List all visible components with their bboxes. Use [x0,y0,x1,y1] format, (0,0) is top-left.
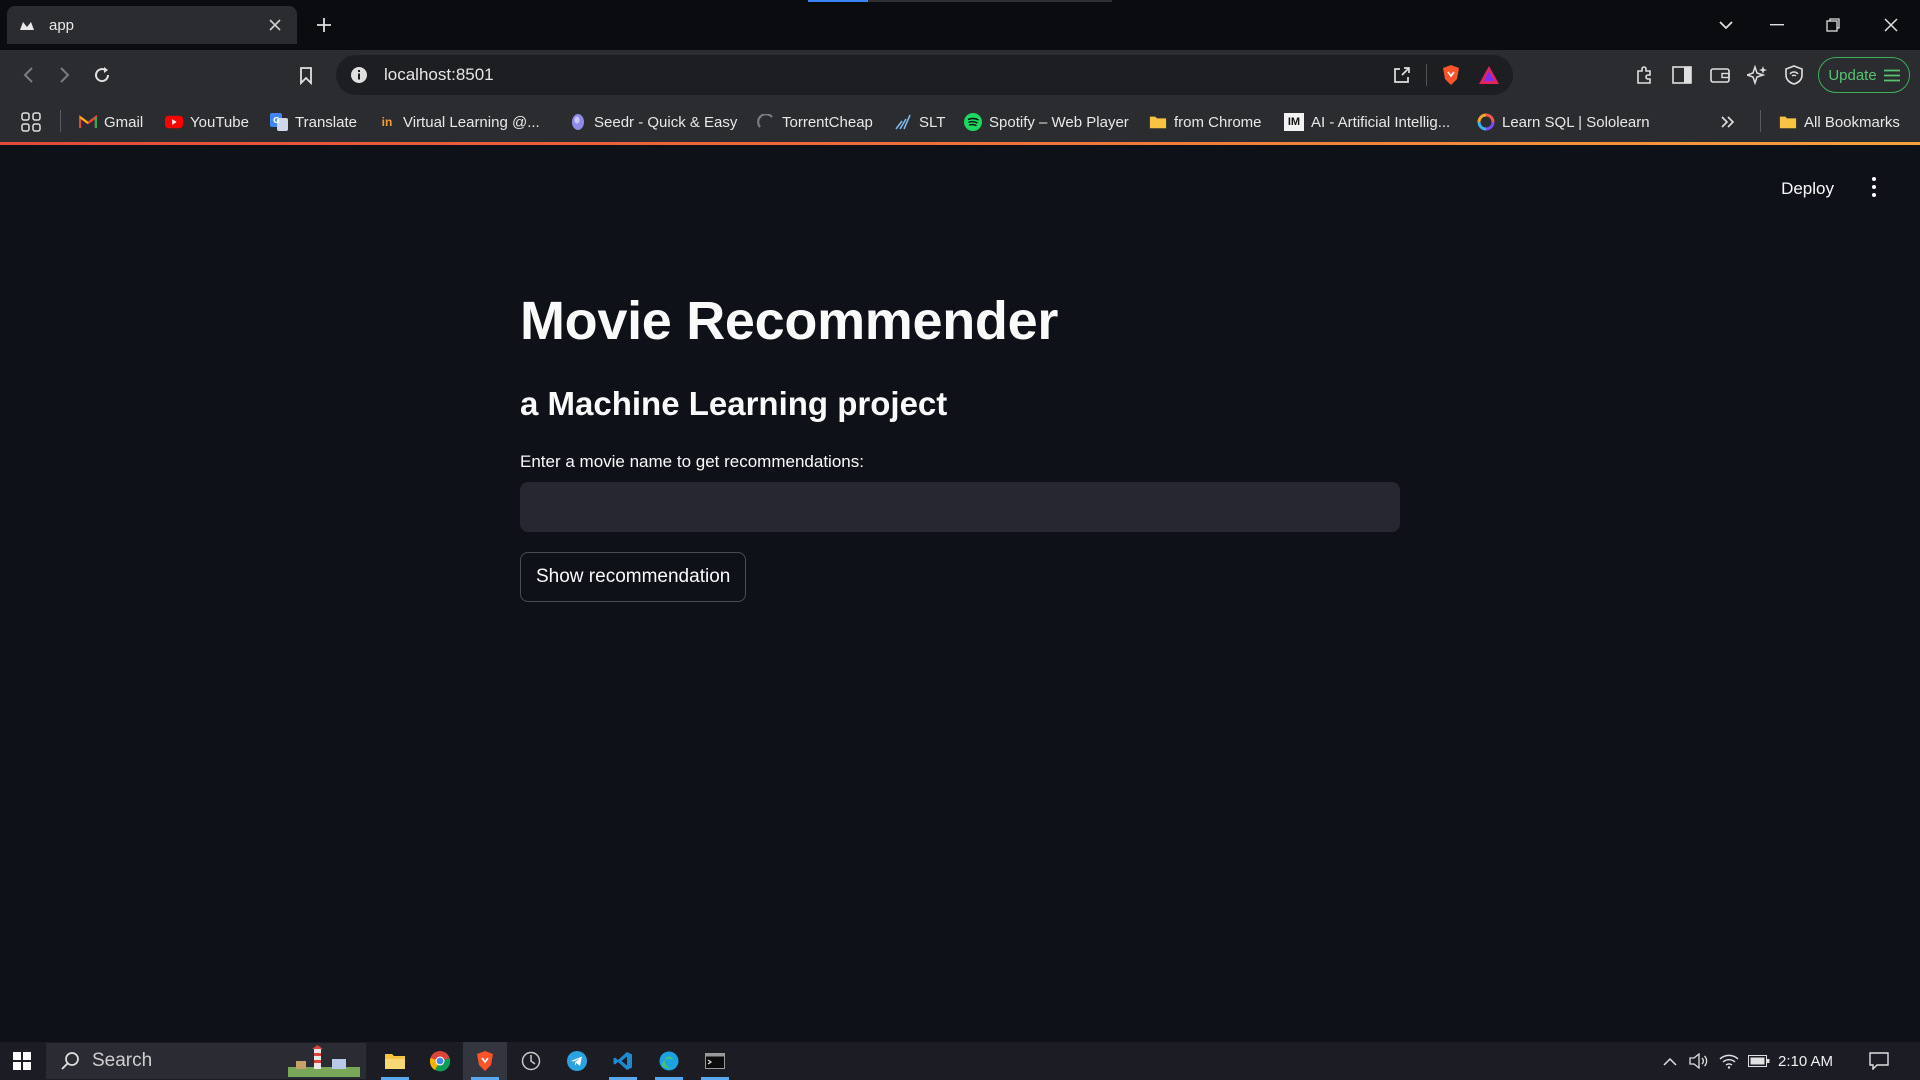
update-label: Update [1828,66,1877,84]
file-explorer-icon[interactable] [373,1042,417,1080]
update-button[interactable]: Update [1818,57,1910,93]
vpn-shield-icon[interactable] [1781,62,1807,88]
volume-icon[interactable] [1686,1042,1712,1080]
windows-start-icon[interactable] [0,1042,44,1080]
bookmark-gmail[interactable]: Gmail [79,110,143,134]
bookmark-slt[interactable]: SLT [894,110,945,134]
tab-loading-bar [808,0,1112,2]
bookmark-page-icon[interactable] [293,62,319,88]
deploy-button[interactable]: Deploy [1781,179,1834,199]
search-placeholder: Search [92,1050,153,1071]
close-window-icon[interactable] [1876,10,1906,40]
brave-rewards-icon[interactable] [1475,61,1503,89]
spotify-icon [964,113,982,131]
all-bookmarks-folder[interactable]: All Bookmarks [1779,110,1900,134]
reload-icon[interactable] [89,62,115,88]
slt-icon [894,113,912,131]
bookmark-sololearn[interactable]: Learn SQL | Sololearn [1477,110,1650,134]
restore-icon[interactable] [1818,10,1848,40]
extensions-icon[interactable] [1631,62,1657,88]
show-hidden-icons-chevron-icon[interactable] [1658,1042,1682,1080]
terminal-icon[interactable] [693,1042,737,1080]
edge-icon[interactable] [647,1042,691,1080]
youtube-icon [165,113,183,131]
bookmark-folder-from-chrome[interactable]: from Chrome [1149,110,1262,134]
bookmarks-divider [1760,110,1761,132]
share-icon[interactable] [1388,61,1416,89]
bookmark-translate[interactable]: G Translate [270,110,357,134]
back-icon[interactable] [15,62,41,88]
all-bookmarks-folder-icon [1779,113,1797,131]
leo-ai-icon[interactable] [1744,62,1770,88]
bookmarks-bar: Gmail YouTube G Translate in Virtual Lea… [0,100,1920,144]
movie-name-input[interactable] [520,482,1400,532]
bookmark-seedr[interactable]: Seedr - Quick & Easy [569,110,737,134]
sololearn-icon [1477,113,1495,131]
url-text[interactable]: localhost:8501 [384,65,1388,85]
more-bookmarks-chevron-icon[interactable] [1721,110,1735,134]
virtual-learning-icon: in [381,115,393,129]
streamlit-app: Deploy Movie Recommender a Machine Learn… [0,145,1920,1042]
chrome-icon[interactable] [418,1042,462,1080]
vscode-icon[interactable] [601,1042,645,1080]
address-bar[interactable]: localhost:8501 [336,55,1513,95]
tab-title: app [49,16,75,34]
menu-hamburger-icon [1883,69,1900,82]
battery-icon[interactable] [1746,1042,1772,1080]
bookmark-spotify[interactable]: Spotify – Web Player [964,110,1129,134]
windows-taskbar: Search 2:10 AM [0,1042,1920,1080]
page-subtitle: a Machine Learning project [520,385,948,422]
telegram-icon[interactable] [555,1042,599,1080]
wifi-icon[interactable] [1716,1042,1742,1080]
brave-shields-icon[interactable] [1437,61,1465,89]
browser-tab[interactable]: app [7,6,297,44]
minimize-icon[interactable] [1762,10,1792,40]
bookmark-virtual-learning[interactable]: in Virtual Learning @... [378,110,540,134]
sidebar-icon[interactable] [1669,62,1695,88]
tab-strip: app [0,0,1920,50]
tab-search-chevron-icon[interactable] [1711,10,1741,40]
taskbar-search[interactable]: Search [46,1043,366,1079]
brave-browser-icon[interactable] [463,1042,507,1080]
new-tab-icon[interactable] [312,13,336,37]
gmail-icon [79,113,97,131]
torrentcheap-icon [757,113,775,131]
bookmark-youtube[interactable]: YouTube [165,110,249,134]
translate-icon: G [270,113,288,131]
bookmarks-divider [60,110,61,132]
seedr-icon [569,113,587,131]
streamlit-favicon-icon [19,17,35,33]
bookmark-ai[interactable]: IM AI - Artificial Intellig... [1284,110,1450,134]
apps-grid-icon[interactable] [20,110,42,134]
browser-toolbar: localhost:8501 Update [0,50,1920,100]
page-title: Movie Recommender [520,291,1059,351]
forward-icon[interactable] [52,62,78,88]
bookmark-torrentcheap[interactable]: TorrentCheap [757,110,873,134]
search-icon [60,1051,80,1071]
taskbar-clock[interactable]: 2:10 AM [1778,1042,1833,1080]
movie-input-label: Enter a movie name to get recommendation… [520,452,864,471]
notifications-icon[interactable] [1862,1042,1896,1080]
ai-site-icon: IM [1284,113,1304,131]
clock-app-icon[interactable] [509,1042,553,1080]
svg-text:G: G [273,116,280,125]
close-tab-icon[interactable] [265,15,285,35]
show-recommendation-button[interactable]: Show recommendation [520,552,747,602]
main-menu-kebab-icon[interactable] [1862,175,1886,199]
wallet-icon[interactable] [1707,62,1733,88]
folder-icon [1149,113,1167,131]
site-info-icon[interactable] [350,66,368,84]
search-highlight-illustration-icon [288,1045,360,1077]
